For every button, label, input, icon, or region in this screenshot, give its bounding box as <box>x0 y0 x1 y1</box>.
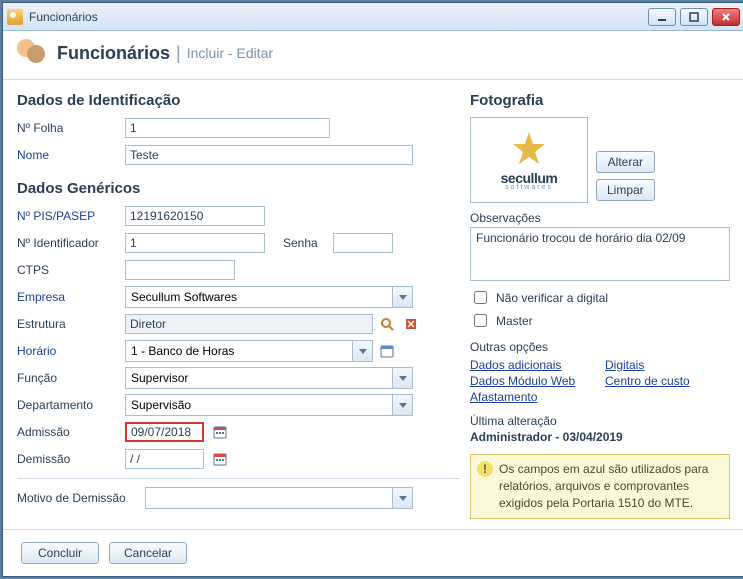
limpar-button[interactable]: Limpar <box>596 179 655 201</box>
chevron-down-icon <box>392 287 412 307</box>
estrutura-lookup-button[interactable] <box>377 314 397 334</box>
motivo-label: Motivo de Demissão <box>17 491 145 505</box>
ctps-label: CTPS <box>17 263 125 277</box>
master-checkbox[interactable]: Master <box>470 311 730 330</box>
admissao-input[interactable]: 09/07/2018 <box>125 422 204 442</box>
demissao-input[interactable]: / / <box>125 449 204 469</box>
photo-preview: secullum softwares <box>470 117 588 203</box>
ident-section-title: Dados de Identificação <box>17 92 460 109</box>
demissao-label: Demissão <box>17 452 125 466</box>
alterar-button[interactable]: Alterar <box>596 151 655 173</box>
link-afastamento[interactable]: Afastamento <box>470 390 595 404</box>
pis-input[interactable] <box>125 206 265 226</box>
empresa-combo[interactable]: Secullum Softwares <box>125 286 413 308</box>
empresa-label: Empresa <box>17 290 125 304</box>
nfolha-label: Nº Folha <box>17 121 125 135</box>
depto-combo[interactable]: Supervisão <box>125 394 413 416</box>
funcao-combo[interactable]: Supervisor <box>125 367 413 389</box>
page-subtitle: Incluir - Editar <box>187 45 273 61</box>
nao-digital-checkbox[interactable]: Não verificar a digital <box>470 288 730 307</box>
window-title: Funcionários <box>29 10 648 24</box>
demissao-calendar-button[interactable] <box>210 449 230 469</box>
opts-section-title: Outras opções <box>470 340 730 354</box>
nome-label: Nome <box>17 148 125 162</box>
logo-icon <box>509 130 549 170</box>
hint-box: ! Os campos em azul são utilizados para … <box>470 454 730 519</box>
depto-label: Departamento <box>17 398 125 412</box>
pis-label: Nº PIS/PASEP <box>17 209 125 223</box>
window: Funcionários Funcionários | Incluir - Ed… <box>2 2 743 577</box>
titlebar: Funcionários <box>3 3 743 31</box>
obs-textarea[interactable] <box>470 227 730 281</box>
footer: Concluir Cancelar <box>3 529 743 576</box>
chevron-down-icon <box>392 488 412 508</box>
maximize-button[interactable] <box>680 8 708 26</box>
horario-combo[interactable]: 1 - Banco de Horas <box>125 340 373 362</box>
chevron-down-icon <box>392 368 412 388</box>
horario-label: Horário <box>17 344 125 358</box>
funcao-label: Função <box>17 371 125 385</box>
employees-icon <box>15 37 47 69</box>
close-button[interactable] <box>712 8 740 26</box>
link-dados-adicionais[interactable]: Dados adicionais <box>470 358 595 372</box>
minimize-button[interactable] <box>648 8 676 26</box>
obs-section-title: Observações <box>470 211 730 225</box>
link-digitais[interactable]: Digitais <box>605 358 730 372</box>
chevron-down-icon <box>392 395 412 415</box>
page-title: Funcionários <box>57 43 170 64</box>
senha-label: Senha <box>283 236 333 250</box>
cancelar-button[interactable]: Cancelar <box>109 542 187 564</box>
idf-input[interactable] <box>125 233 265 253</box>
ctps-input[interactable] <box>125 260 235 280</box>
lastmod-label: Última alteração <box>470 414 730 428</box>
motivo-combo[interactable] <box>145 487 413 509</box>
admissao-calendar-button[interactable] <box>210 422 230 442</box>
nome-input[interactable] <box>125 145 413 165</box>
nfolha-input[interactable] <box>125 118 330 138</box>
estrutura-label: Estrutura <box>17 317 125 331</box>
horario-details-button[interactable] <box>377 341 397 361</box>
foto-section-title: Fotografia <box>470 92 730 109</box>
chevron-down-icon <box>352 341 372 361</box>
admissao-label: Admissão <box>17 425 125 439</box>
info-icon: ! <box>477 461 493 477</box>
estrutura-input[interactable] <box>125 314 373 334</box>
page-header: Funcionários | Incluir - Editar <box>3 31 743 80</box>
link-dados-web[interactable]: Dados Módulo Web <box>470 374 595 388</box>
lastmod-value: Administrador - 03/04/2019 <box>470 430 730 444</box>
concluir-button[interactable]: Concluir <box>21 542 99 564</box>
link-centro-custo[interactable]: Centro de custo <box>605 374 730 388</box>
app-icon <box>7 9 23 25</box>
senha-input[interactable] <box>333 233 393 253</box>
gen-section-title: Dados Genéricos <box>17 180 460 197</box>
logo-subtext: softwares <box>505 184 553 191</box>
idf-label: Nº Identificador <box>17 236 125 250</box>
estrutura-clear-button[interactable] <box>401 314 421 334</box>
